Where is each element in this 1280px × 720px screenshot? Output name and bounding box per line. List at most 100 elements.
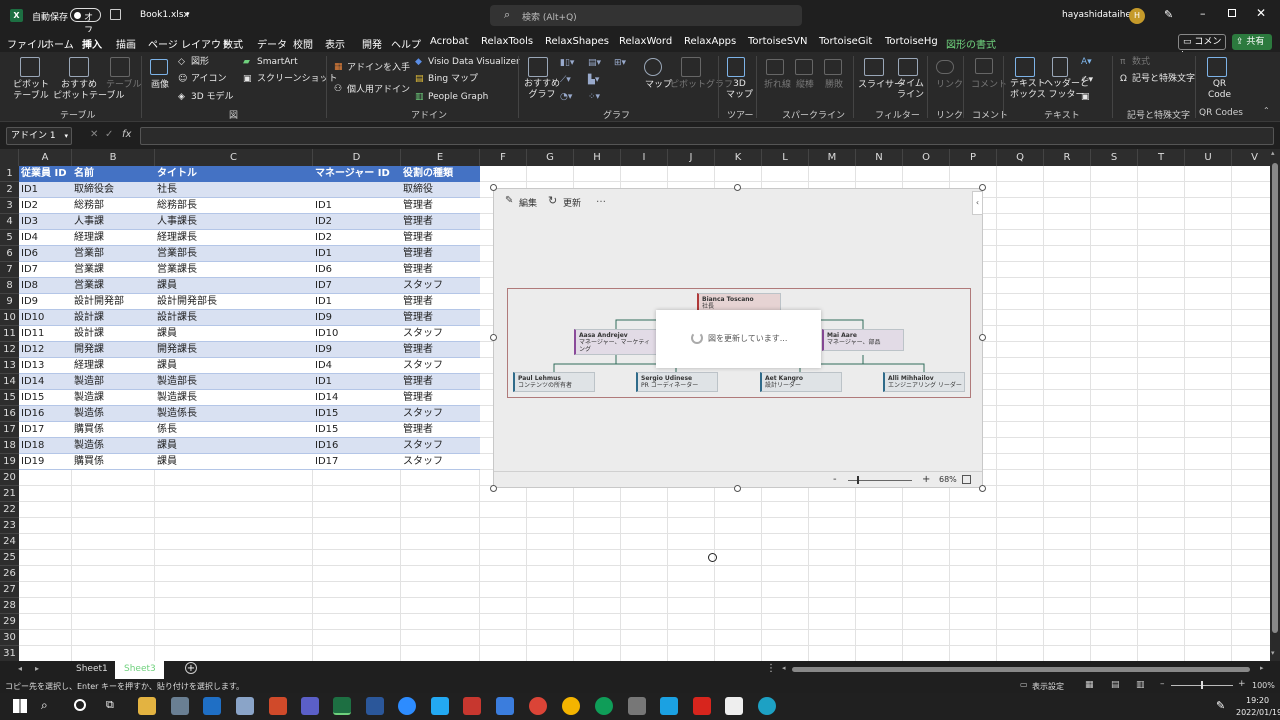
row-header[interactable]: 12 (0, 342, 19, 358)
app-icon[interactable] (725, 697, 743, 715)
table-cell[interactable]: ID8 (19, 278, 72, 294)
table-cell[interactable]: 営業課 (72, 262, 155, 278)
row-header[interactable]: 26 (0, 566, 19, 582)
table-cell[interactable]: ID9 (19, 294, 72, 310)
row-header[interactable]: 14 (0, 374, 19, 390)
zoom-out-button[interactable]: - (833, 474, 837, 485)
chrome-icon[interactable] (595, 697, 613, 715)
clock-date[interactable]: 2022/01/19 (1236, 708, 1280, 717)
table-cell[interactable]: ID16 (19, 406, 72, 422)
recommended-charts-icon[interactable] (528, 57, 548, 77)
row-header[interactable]: 11 (0, 326, 19, 342)
row-header[interactable]: 10 (0, 310, 19, 326)
table-cell[interactable]: スタッフ (401, 326, 480, 342)
table-cell[interactable]: ID10 (313, 326, 401, 342)
waterfall-chart-icon[interactable]: ▙▾ (588, 75, 599, 86)
line-chart-icon[interactable]: ⟋▾ (560, 75, 571, 86)
search-taskbar-icon[interactable]: ⌕ (41, 698, 48, 713)
table-cell[interactable]: ID17 (19, 422, 72, 438)
org-node-aet[interactable]: Aet Kangro 設計リーダー (760, 372, 842, 392)
fit-icon[interactable] (962, 475, 971, 484)
table-cell[interactable]: ID1 (313, 246, 401, 262)
table-cell[interactable]: 取締役会 (72, 182, 155, 198)
horizontal-scrollbar[interactable]: ◂ ▸ (782, 664, 1270, 675)
enter-icon[interactable]: ✓ (105, 129, 113, 140)
row-header[interactable]: 29 (0, 614, 19, 630)
share-button[interactable]: ⇪ 共有 (1232, 34, 1272, 50)
name-box[interactable]: アドイン 1 ▾ (6, 127, 72, 145)
vertical-scrollbar[interactable]: ▴ ▾ (1270, 149, 1280, 661)
menu-tab-15[interactable]: RelaxApps (684, 36, 736, 47)
org-node-bianca[interactable]: Bianca Toscano 社長 (697, 293, 781, 311)
table-cell[interactable]: ID13 (19, 358, 72, 374)
smartart-button[interactable]: SmartArt (257, 57, 298, 68)
row-header[interactable]: 3 (0, 198, 19, 214)
org-node-mai[interactable]: Mai Aare マネージャー、部品 (822, 329, 904, 351)
table-cell[interactable]: ID10 (19, 310, 72, 326)
table-cell[interactable]: 開発課 (72, 342, 155, 358)
column-header-P[interactable]: P (950, 149, 997, 166)
chrome-icon[interactable] (529, 697, 547, 715)
autosave-toggle[interactable]: オフ (70, 8, 101, 36)
table-cell[interactable]: ID15 (313, 406, 401, 422)
comment-button[interactable]: ▭ コメント (1178, 34, 1226, 61)
icons-button[interactable]: アイコン (191, 74, 227, 85)
vscode-icon[interactable] (431, 697, 449, 715)
menu-tab-16[interactable]: TortoiseSVN (748, 36, 808, 47)
org-node-sergio[interactable]: Sergio Udinese PR コーディネーター (636, 372, 718, 392)
table-cell[interactable]: ID7 (313, 278, 401, 294)
images-icon[interactable] (150, 59, 168, 75)
table-cell[interactable]: ID11 (19, 326, 72, 342)
file-explorer-icon[interactable] (138, 697, 156, 715)
org-chart-addin[interactable]: ✎ 編集 ↻ 更新 … ‹ Bianca Toscano 社長 Aasa And… (493, 188, 983, 488)
chrome-icon[interactable] (562, 697, 580, 715)
table-cell[interactable]: 管理者 (401, 390, 480, 406)
menu-tab-18[interactable]: TortoiseHg (885, 36, 938, 47)
row-header[interactable]: 1 (0, 166, 19, 182)
prev-sheet-icon[interactable]: ◂ (18, 664, 22, 673)
table-cell[interactable]: 管理者 (401, 310, 480, 326)
todo-icon[interactable] (496, 697, 514, 715)
next-sheet-icon[interactable]: ▸ (35, 664, 39, 673)
table-cell[interactable]: スタッフ (401, 358, 480, 374)
sheet-tab-sheet1[interactable]: Sheet1 (76, 664, 108, 674)
status-zoom-thumb[interactable] (1201, 681, 1203, 689)
link-icon[interactable] (936, 60, 954, 74)
resize-handle[interactable] (979, 184, 986, 191)
row-header[interactable]: 24 (0, 534, 19, 550)
object-icon[interactable]: ▣ (1081, 92, 1090, 103)
row-header[interactable]: 23 (0, 518, 19, 534)
table-cell[interactable]: 設計課長 (155, 310, 313, 326)
winloss-sparkline-icon[interactable] (824, 59, 842, 75)
org-node-paul[interactable]: Paul Lehmus コンテンツの所有者 (513, 372, 595, 392)
table-cell[interactable]: ID9 (313, 310, 401, 326)
edge-icon[interactable] (758, 697, 776, 715)
row-header[interactable]: 16 (0, 406, 19, 422)
resize-handle[interactable] (979, 485, 986, 492)
file-name[interactable]: Book1.xlsx (140, 10, 189, 20)
table-cell[interactable]: ID6 (19, 246, 72, 262)
column-header-O[interactable]: O (903, 149, 950, 166)
column-chart-icon[interactable]: ▮▯▾ (560, 58, 574, 69)
column-header-T[interactable]: T (1138, 149, 1185, 166)
table-cell[interactable]: 人事課長 (155, 214, 313, 230)
page-break-icon[interactable]: ▥ (1136, 680, 1145, 690)
formula-input[interactable] (140, 127, 1274, 145)
table-cell[interactable]: ID12 (19, 342, 72, 358)
table-cell[interactable]: 製造課長 (155, 390, 313, 406)
timeline-button[interactable]: タイム ライン (897, 79, 924, 101)
page-layout-icon[interactable]: ▤ (1111, 680, 1120, 690)
column-header-R[interactable]: R (1044, 149, 1091, 166)
zoom-out-icon[interactable]: – (1160, 679, 1165, 689)
my-addins-button[interactable]: 個人用アドイン (347, 85, 410, 96)
table-cell[interactable]: ID14 (19, 374, 72, 390)
windows-start-icon[interactable] (13, 699, 27, 713)
recommended-charts-button[interactable]: おすすめ グラフ (524, 79, 560, 101)
column-header-D[interactable]: D (313, 149, 401, 166)
table-cell[interactable]: ID7 (19, 262, 72, 278)
table-cell[interactable]: 製造係 (72, 406, 155, 422)
normal-view-icon[interactable]: ▦ (1085, 680, 1094, 690)
table-cell[interactable]: 取締役 (401, 182, 480, 198)
table-cell[interactable]: 購買係 (72, 422, 155, 438)
org-node-alli[interactable]: Alli Mihhailov エンジニアリング リーダー (883, 372, 965, 392)
